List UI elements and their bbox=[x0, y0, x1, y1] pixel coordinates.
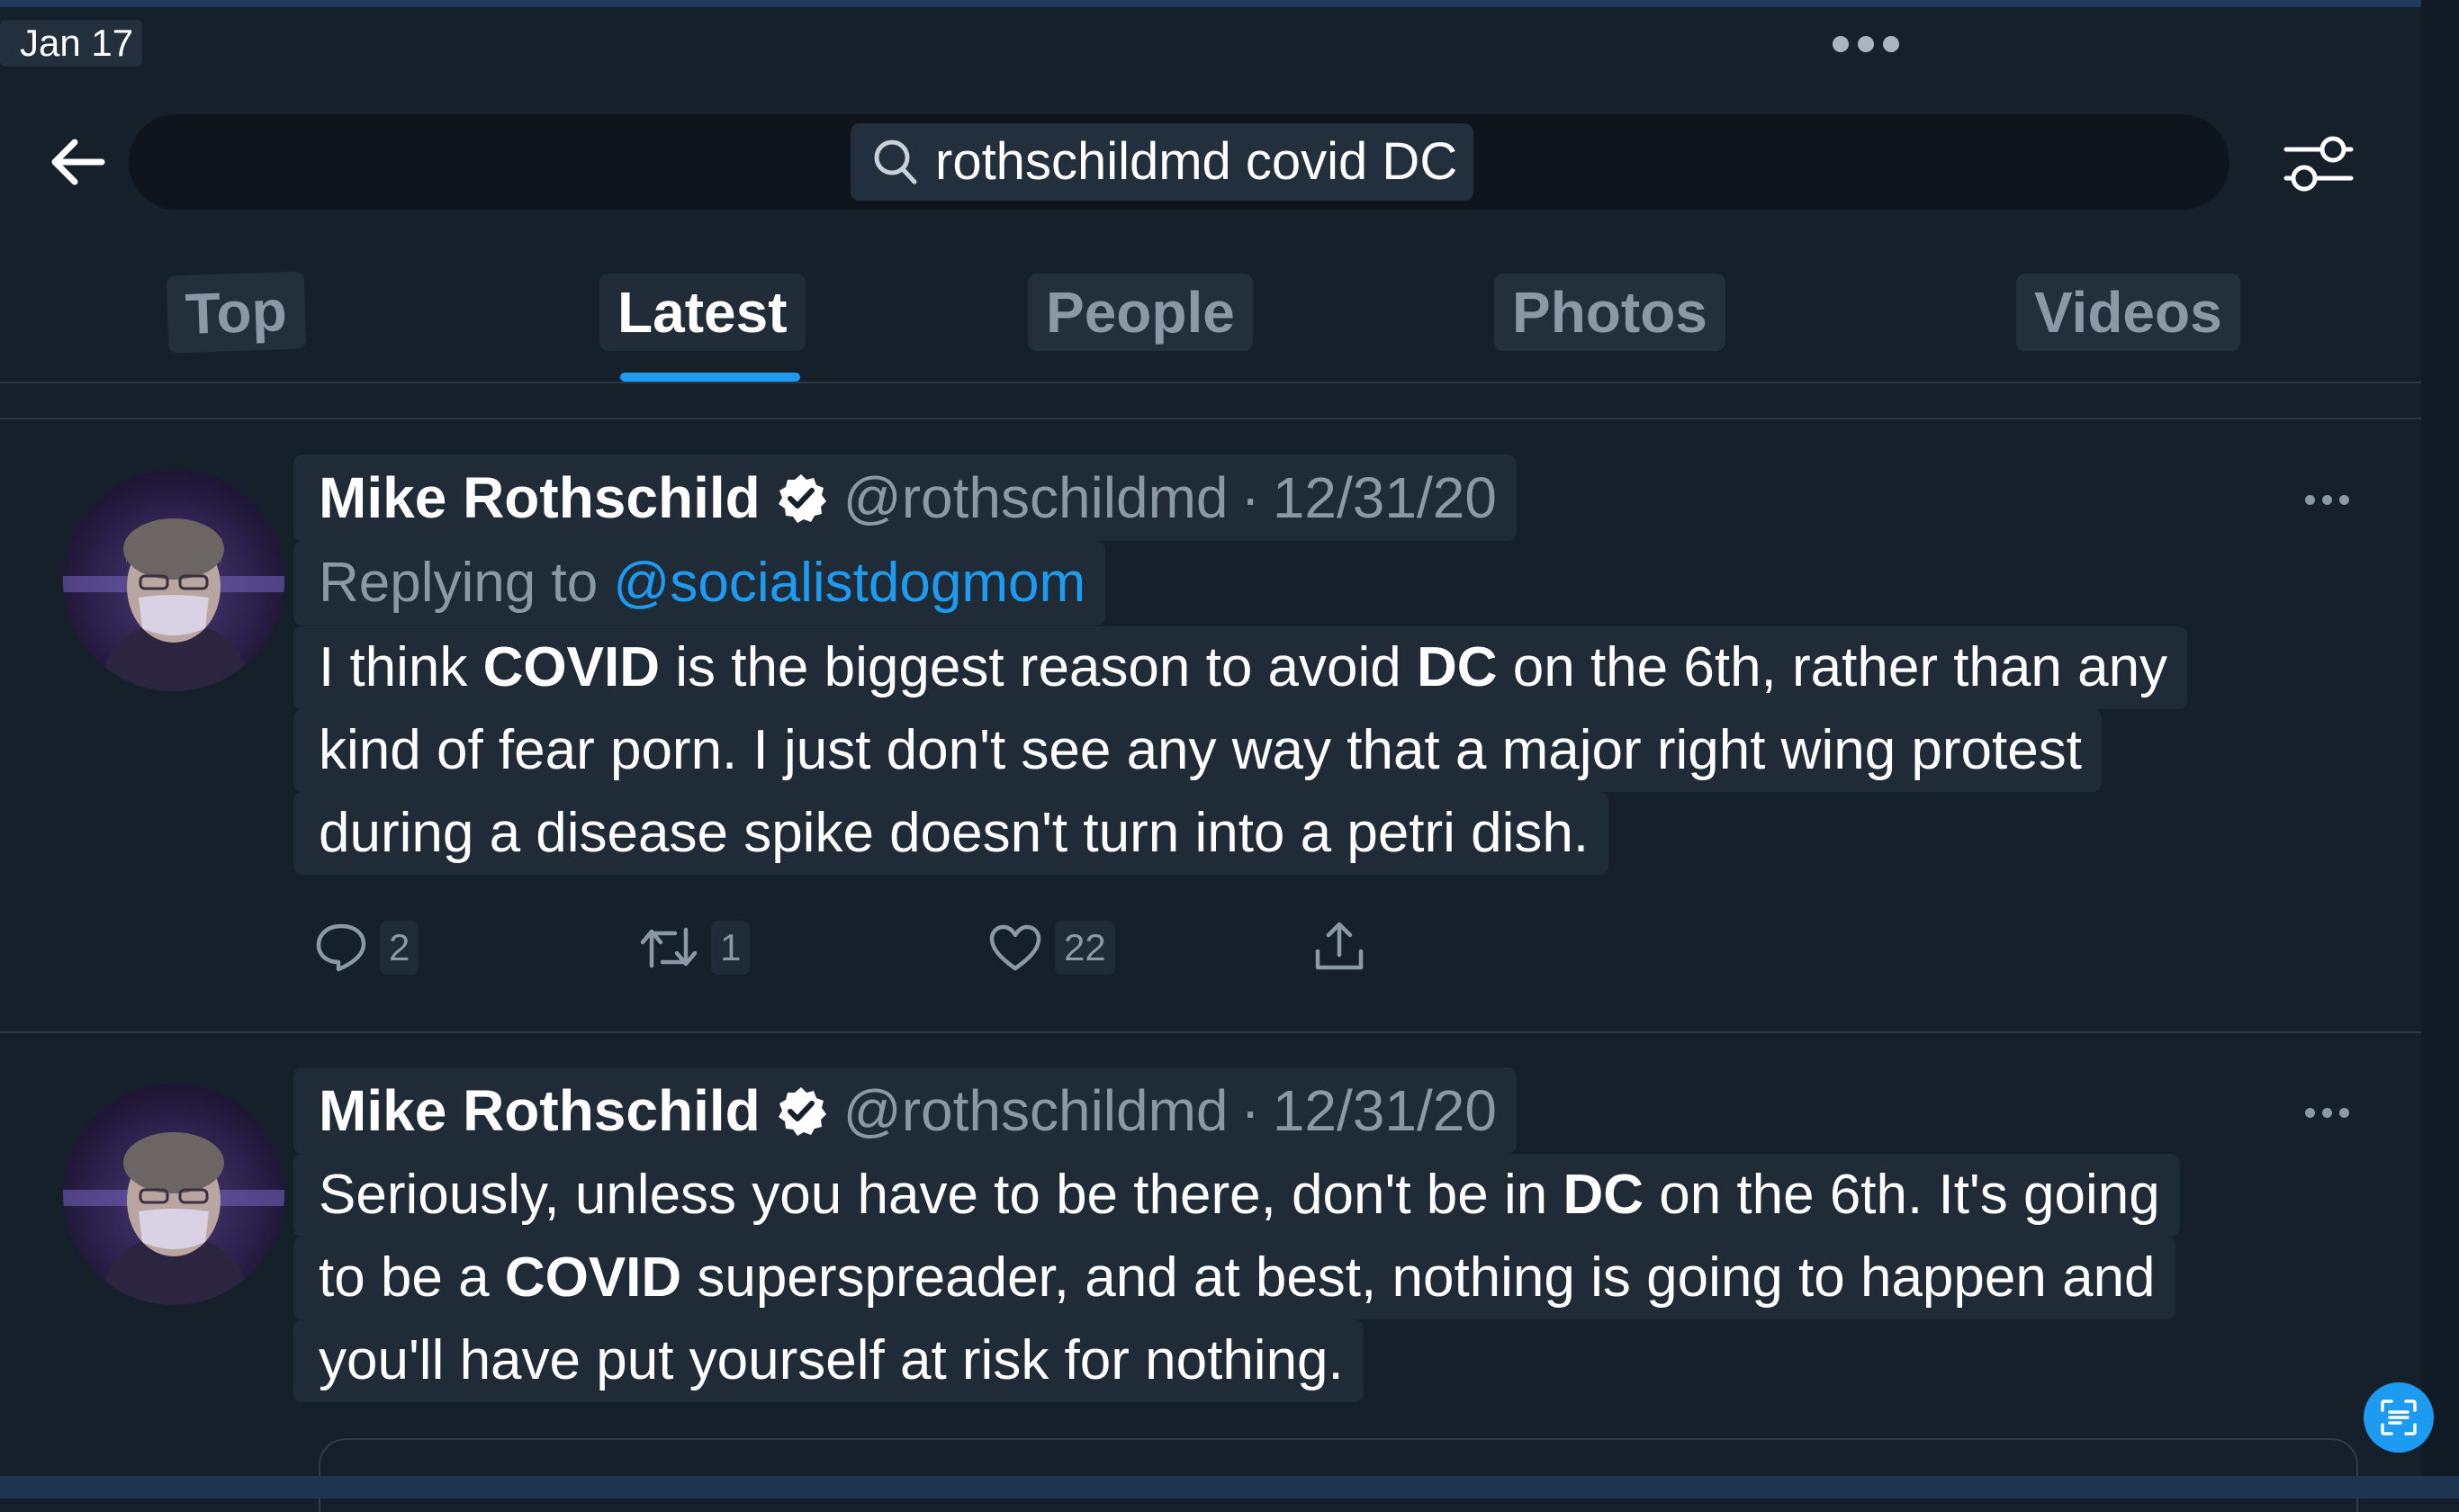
avatar-photo bbox=[63, 1084, 284, 1305]
text-highlight: DC bbox=[1563, 1164, 1644, 1226]
retweet-icon bbox=[640, 927, 698, 968]
back-button[interactable] bbox=[36, 122, 119, 202]
tweet-date[interactable]: 12/31/20 bbox=[1273, 454, 1497, 541]
tweet-date[interactable]: 12/31/20 bbox=[1273, 1067, 1497, 1154]
like-button[interactable]: 22 bbox=[979, 916, 1124, 979]
text-segment: on the 6th. It's going bbox=[1644, 1164, 2160, 1226]
filter-sliders-icon bbox=[2283, 136, 2354, 192]
replying-to-line: Replying to @socialistdogmom bbox=[293, 541, 1106, 626]
more-dots-icon[interactable] bbox=[2305, 1108, 2349, 1118]
status-time: Jan 17 bbox=[0, 20, 143, 67]
verified-badge-icon bbox=[775, 1084, 827, 1137]
text-segment: during a disease spike doesn't turn into… bbox=[319, 802, 1590, 864]
retweet-count: 1 bbox=[711, 921, 751, 975]
like-count: 22 bbox=[1055, 921, 1115, 975]
meta-separator: · bbox=[1240, 1078, 1260, 1143]
heart-icon bbox=[989, 924, 1041, 971]
text-highlight: COVID bbox=[482, 636, 660, 698]
avatar[interactable] bbox=[63, 1084, 284, 1305]
tweet-text-line: I think COVID is the biggest reason to a… bbox=[293, 626, 2188, 709]
reply-count: 2 bbox=[380, 921, 419, 975]
search-query-chip[interactable]: rothschildmd covid DC bbox=[851, 123, 1474, 201]
author-name[interactable]: Mike Rothschild bbox=[319, 454, 761, 541]
multitask-dots-icon[interactable] bbox=[1833, 36, 1899, 52]
arrow-left-icon bbox=[51, 139, 105, 185]
text-segment: is the biggest reason to avoid bbox=[660, 636, 1417, 698]
tab-photos[interactable]: Photos bbox=[1494, 274, 1725, 351]
active-tab-indicator bbox=[620, 373, 800, 382]
verified-badge-icon bbox=[775, 472, 827, 524]
tab-people[interactable]: People bbox=[1028, 274, 1253, 351]
tab-videos[interactable]: Videos bbox=[2016, 274, 2240, 351]
timeline-top-divider bbox=[0, 418, 2421, 419]
right-edge-strip bbox=[2421, 0, 2459, 1498]
more-dots-icon[interactable] bbox=[2305, 495, 2349, 505]
text-segment: kind of fear porn. I just don't see any … bbox=[319, 719, 2082, 781]
tweet-text-line: during a disease spike doesn't turn into… bbox=[293, 792, 1609, 875]
author-handle[interactable]: @rothschildmd bbox=[843, 1067, 1229, 1154]
tweet-divider bbox=[0, 1031, 2421, 1033]
tweet-header: Mike Rothschild @rothschildmd · 12/31/20 bbox=[293, 1067, 1517, 1154]
tweet-text-line: Seriously, unless you have to be there, … bbox=[293, 1154, 2180, 1237]
link-card-preview[interactable] bbox=[319, 1438, 2358, 1512]
twitter-search-screen: Jan 17 rothschildmd covid DC Top Latest … bbox=[0, 0, 2459, 1512]
retweet-button[interactable]: 1 bbox=[630, 916, 759, 979]
reply-button[interactable]: 2 bbox=[306, 916, 428, 979]
tweet-text-line: you'll have put yourself at risk for not… bbox=[293, 1319, 1364, 1402]
text-segment: on the 6th, rather than any bbox=[1497, 636, 2168, 698]
search-input[interactable]: rothschildmd covid DC bbox=[935, 123, 1457, 201]
text-segment: to be a bbox=[319, 1246, 505, 1309]
replying-to-link[interactable]: @socialistdogmom bbox=[613, 552, 1085, 614]
share-button[interactable] bbox=[1303, 914, 1375, 977]
avatar[interactable] bbox=[63, 470, 284, 691]
scan-text-icon bbox=[2381, 1400, 2417, 1436]
text-segment: superspreader, and at best, nothing is g… bbox=[681, 1246, 2156, 1309]
tweet-text-line: kind of fear porn. I just don't see any … bbox=[293, 709, 2102, 792]
tweet-header: Mike Rothschild @rothschildmd · 12/31/20 bbox=[293, 454, 1517, 541]
replying-prefix: Replying to bbox=[319, 552, 599, 614]
bottom-edge-strip bbox=[0, 1476, 2459, 1498]
text-highlight: COVID bbox=[504, 1246, 682, 1309]
text-highlight: DC bbox=[1416, 636, 1498, 698]
tab-latest[interactable]: Latest bbox=[599, 274, 806, 351]
text-segment: I think bbox=[319, 636, 483, 698]
avatar-photo bbox=[63, 470, 284, 691]
tab-top[interactable]: Top bbox=[166, 271, 306, 354]
text-segment: you'll have put yourself at risk for not… bbox=[319, 1329, 1344, 1391]
tabs-divider bbox=[0, 382, 2421, 383]
reply-icon bbox=[316, 923, 366, 972]
search-filter-button[interactable] bbox=[2268, 121, 2369, 207]
author-name[interactable]: Mike Rothschild bbox=[319, 1067, 761, 1154]
share-icon bbox=[1315, 922, 1364, 970]
scan-text-button[interactable] bbox=[2364, 1382, 2434, 1453]
top-edge-strip bbox=[0, 0, 2459, 7]
text-segment: Seriously, unless you have to be there, … bbox=[319, 1164, 1563, 1226]
search-icon bbox=[874, 140, 917, 184]
meta-separator: · bbox=[1240, 465, 1260, 530]
tweet-text-line: to be a COVID superspreader, and at best… bbox=[293, 1237, 2175, 1319]
author-handle[interactable]: @rothschildmd bbox=[843, 454, 1229, 541]
